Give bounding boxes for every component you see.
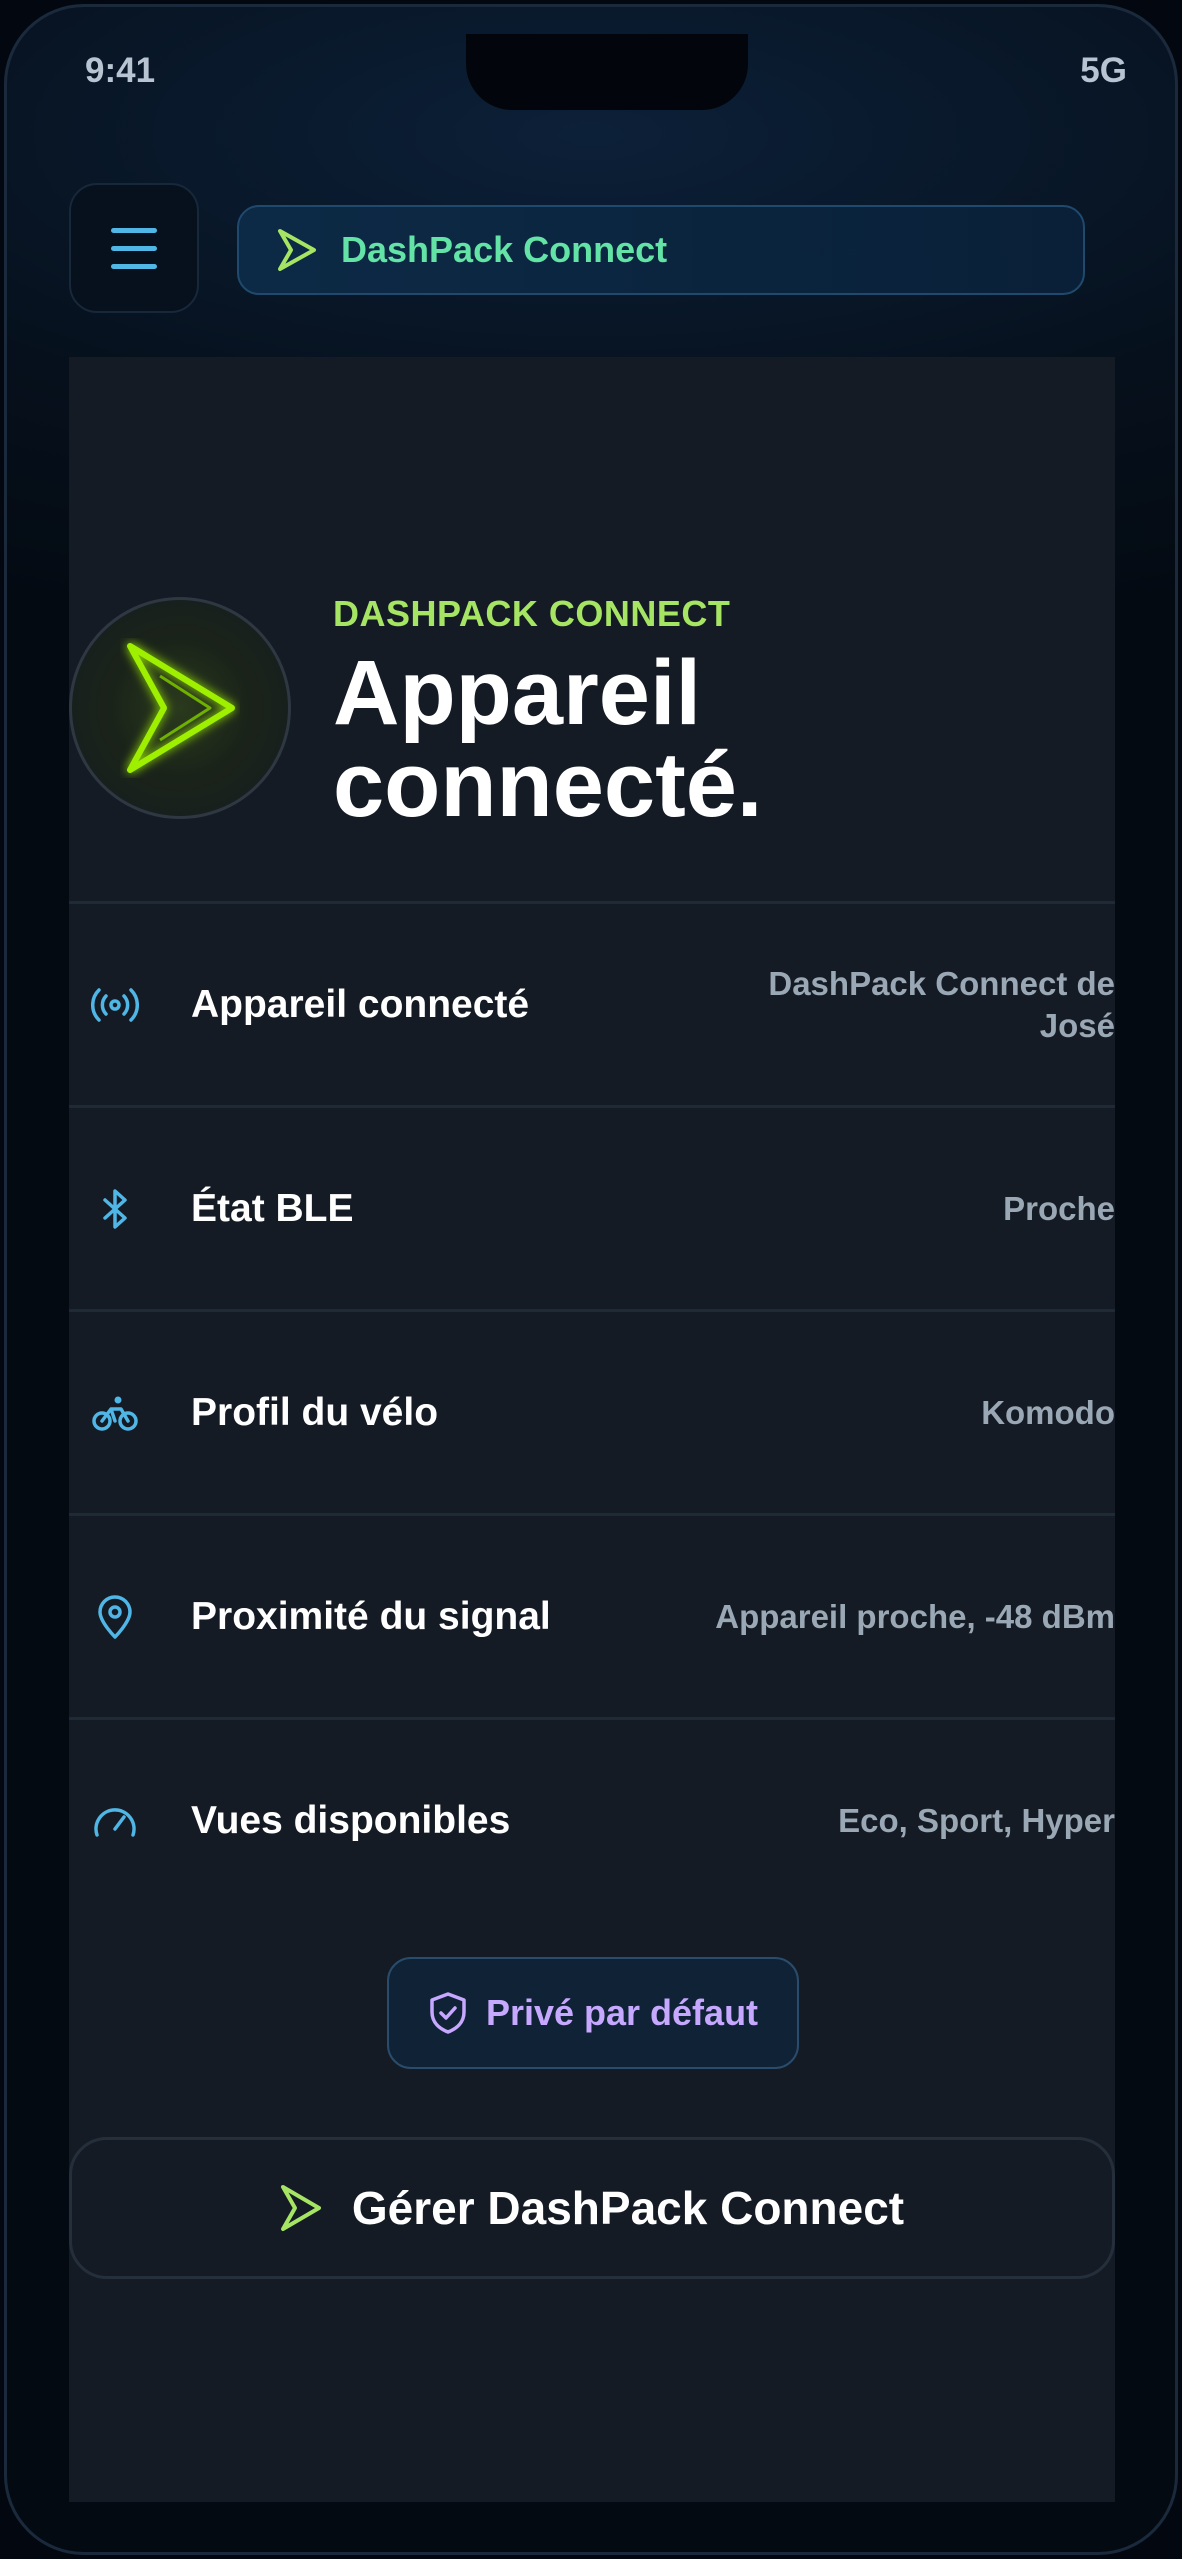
manage-label: Gérer DashPack Connect <box>351 2182 905 2234</box>
row-signal-proximity: Proximité du signal Appareil proche, -48… <box>69 1513 1115 1717</box>
bicycle-icon <box>92 1396 138 1431</box>
privacy-badge[interactable]: Privé par défaut <box>387 1957 799 2069</box>
row-value: Appareil proche, -48 dBm <box>715 1597 1115 1635</box>
row-value: Proche <box>1003 1189 1115 1227</box>
bluetooth-icon <box>103 1188 127 1229</box>
row-value: Komodo <box>981 1393 1115 1431</box>
device-card: DASHPACK CONNECT Appareil connecté. Appa… <box>69 357 1115 2502</box>
row-bike-profile: Profil du vélo Komodo <box>69 1309 1115 1513</box>
row-label: Profil du vélo <box>191 1390 439 1434</box>
camera-notch <box>466 34 748 110</box>
status-network: 5G <box>1080 51 1127 90</box>
app-title: DashPack Connect <box>341 229 668 270</box>
row-value: DashPack Connect de José <box>768 964 1115 1044</box>
hero-title: Appareil connecté. <box>333 642 763 836</box>
privacy-label: Privé par défaut <box>485 1992 759 2033</box>
app-title-bar[interactable]: DashPack Connect <box>237 205 1085 295</box>
device-info-list: Appareil connecté DashPack Connect de Jo… <box>69 901 1115 1921</box>
row-ble-state: État BLE Proche <box>69 1105 1115 1309</box>
row-value: Eco, Sport, Hyper <box>838 1801 1115 1839</box>
status-time: 9:41 <box>85 51 156 90</box>
brand-chevron-icon <box>127 643 235 773</box>
chevron-arrow-icon <box>280 2185 321 2231</box>
row-label: Appareil connecté <box>191 982 530 1026</box>
phone-frame: 9:41 5G DashPack Connect DASHPACK CONNEC… <box>4 4 1178 2555</box>
shield-check-icon <box>430 1992 466 2034</box>
brand-logo <box>69 597 291 819</box>
row-label: Proximité du signal <box>191 1594 551 1638</box>
row-label: État BLE <box>191 1186 354 1230</box>
chevron-arrow-icon <box>278 229 316 271</box>
hamburger-icon <box>111 227 157 269</box>
menu-button[interactable] <box>69 183 199 313</box>
speedometer-icon <box>94 1807 136 1837</box>
row-label: Vues disponibles <box>191 1798 511 1842</box>
row-available-views: Vues disponibles Eco, Sport, Hyper <box>69 1717 1115 1921</box>
row-connected-device: Appareil connecté DashPack Connect de Jo… <box>69 901 1115 1105</box>
manage-button[interactable]: Gérer DashPack Connect <box>69 2137 1115 2279</box>
hero-eyebrow: DASHPACK CONNECT <box>333 593 731 634</box>
location-pin-icon <box>98 1594 132 1639</box>
broadcast-icon <box>91 987 139 1022</box>
